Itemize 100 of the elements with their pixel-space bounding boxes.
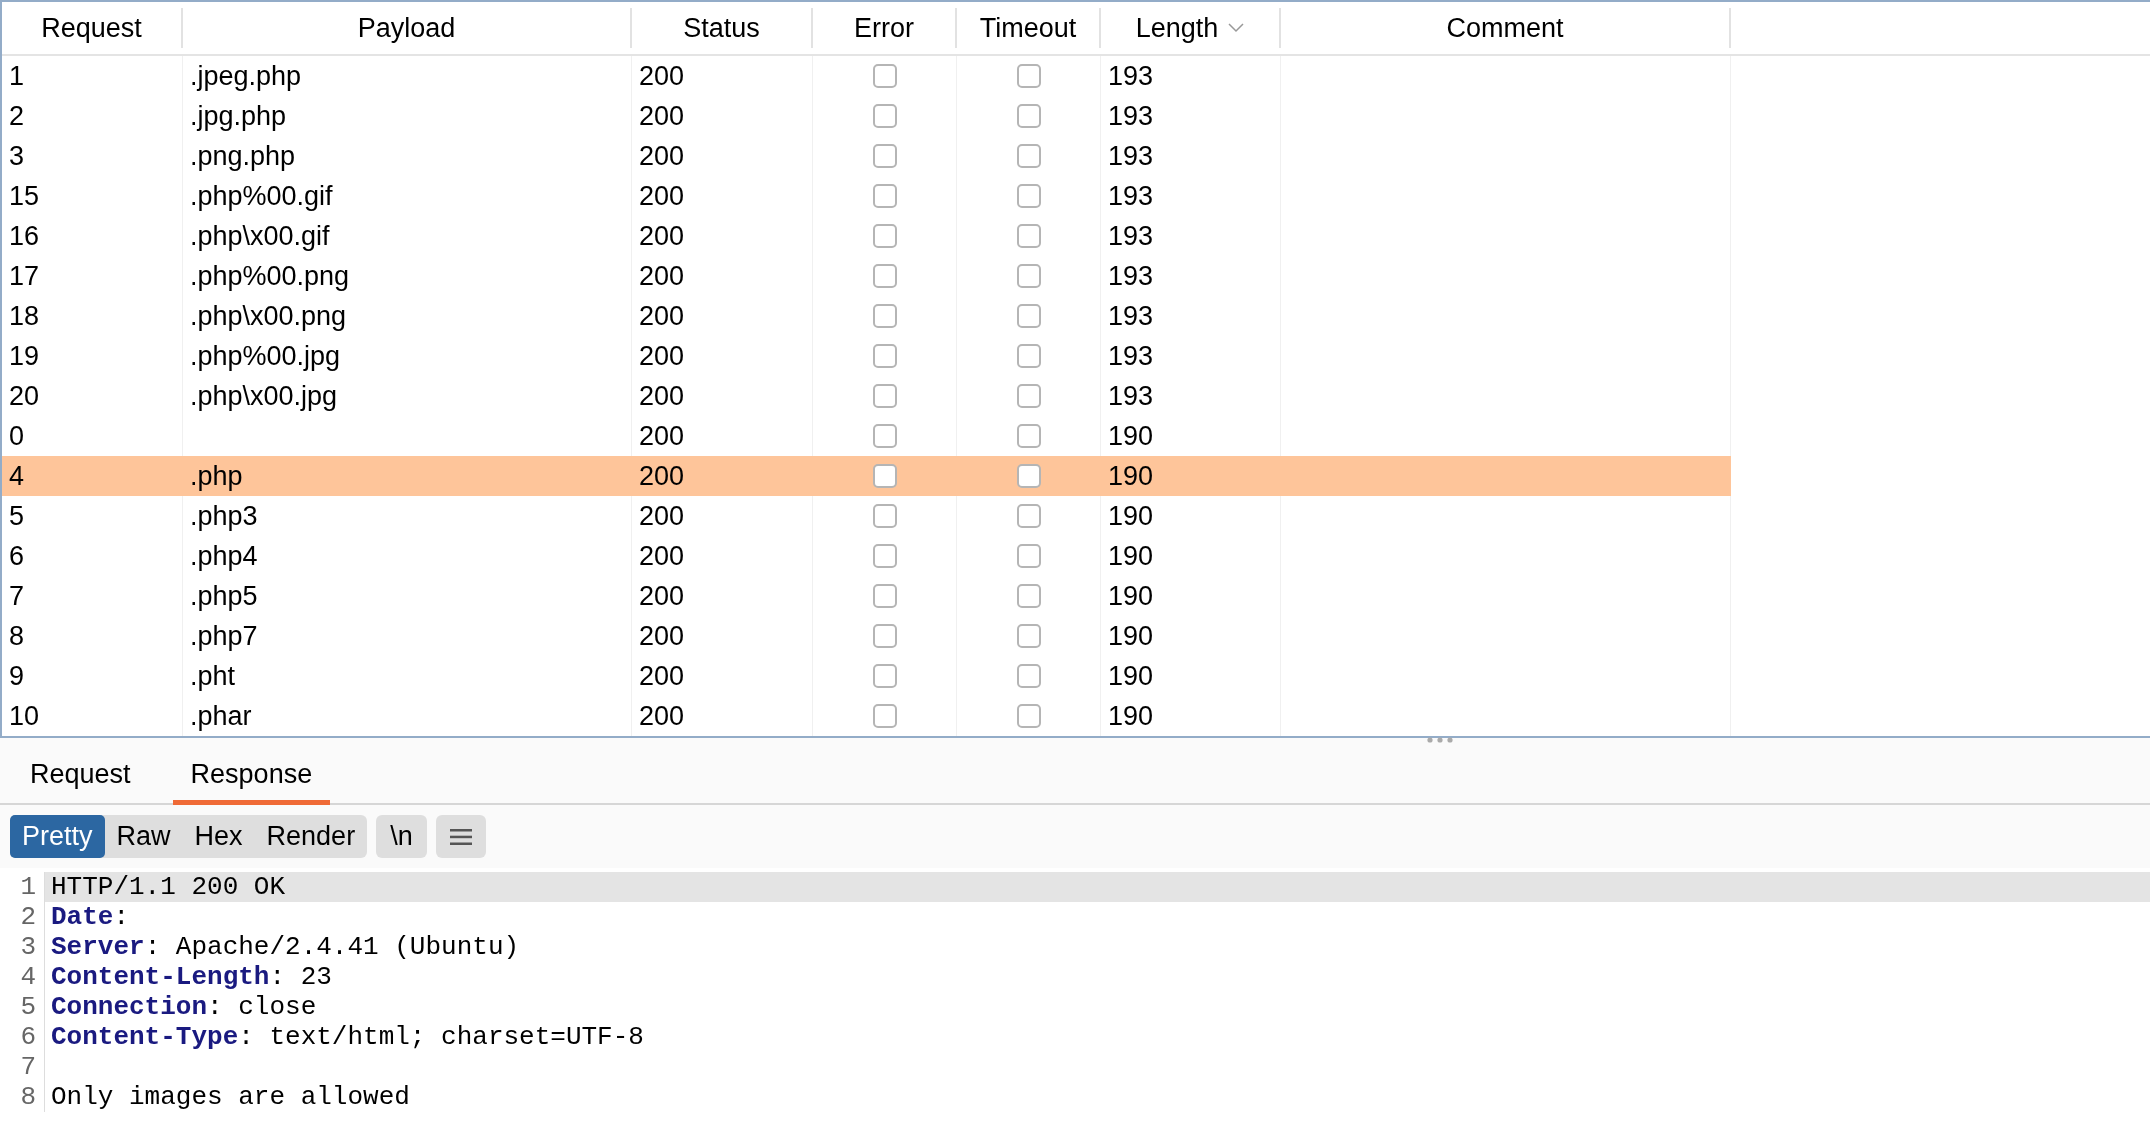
menu-button[interactable] (435, 815, 486, 858)
checkbox[interactable] (1016, 704, 1041, 728)
table-cell: .php7 (190, 620, 258, 652)
checkbox[interactable] (1016, 464, 1041, 488)
line-number: 3 (0, 932, 45, 962)
checkbox[interactable] (872, 64, 897, 88)
table-cell: 200 (639, 100, 685, 132)
newline-toggle-button[interactable]: \n (376, 815, 427, 858)
table-cell: 7 (9, 580, 25, 612)
checkbox[interactable] (1016, 184, 1041, 208)
checkbox[interactable] (872, 224, 897, 248)
column-header[interactable]: Length (1101, 8, 1281, 48)
checkbox[interactable] (1016, 64, 1041, 88)
checkbox[interactable] (872, 264, 897, 288)
checkbox[interactable] (1016, 624, 1041, 648)
table-row[interactable]: 19 .php%00.jpg 200 193 (2, 336, 2150, 376)
line-number: 5 (0, 992, 45, 1022)
table-cell: 200 (639, 460, 685, 492)
checkbox[interactable] (1016, 504, 1041, 528)
table-row[interactable]: 1 .jpeg.php 200 193 (2, 56, 2150, 96)
checkbox[interactable] (872, 184, 897, 208)
table-cell: 200 (639, 660, 685, 692)
checkbox[interactable] (1016, 304, 1041, 328)
view-mode-button[interactable]: Raw (104, 815, 183, 858)
checkbox[interactable] (872, 344, 897, 368)
table-row[interactable]: 16 .php\x00.gif 200 193 (2, 216, 2150, 256)
line-number: 7 (0, 1052, 45, 1082)
table-cell: 200 (639, 500, 685, 532)
table-cell: 6 (9, 540, 25, 572)
table-row[interactable]: 7 .php5 200 190 (2, 576, 2150, 616)
table-cell: 0 (9, 420, 25, 452)
table-row[interactable]: 10 .phar 200 190 (2, 696, 2150, 736)
table-cell: 200 (639, 60, 685, 92)
checkbox[interactable] (872, 624, 897, 648)
checkbox[interactable] (1016, 384, 1041, 408)
checkbox[interactable] (1016, 544, 1041, 568)
checkbox[interactable] (1016, 664, 1041, 688)
table-cell: 9 (9, 660, 25, 692)
table-row[interactable]: 20 .php\x00.jpg 200 193 (2, 376, 2150, 416)
column-header[interactable]: Comment (1281, 8, 1731, 48)
table-row[interactable]: 3 .png.php 200 193 (2, 136, 2150, 176)
checkbox[interactable] (872, 304, 897, 328)
table-row[interactable]: 5 .php3 200 190 (2, 496, 2150, 536)
column-header[interactable]: Timeout (957, 8, 1101, 48)
table-row[interactable]: 17 .php%00.png 200 193 (2, 256, 2150, 296)
table-cell: 190 (1108, 580, 1154, 612)
table-cell: .php\x00.jpg (190, 380, 338, 412)
table-cell: .png.php (190, 140, 296, 172)
table-cell: 200 (639, 300, 685, 332)
table-cell: 193 (1108, 340, 1154, 372)
code-line: Content-Type: text/html; charset=UTF-8 (51, 1022, 644, 1052)
table-cell: 3 (9, 140, 25, 172)
checkbox[interactable] (872, 104, 897, 128)
line-number: 2 (0, 902, 45, 932)
table-cell: 193 (1108, 140, 1154, 172)
checkbox[interactable] (1016, 344, 1041, 368)
checkbox[interactable] (872, 664, 897, 688)
checkbox[interactable] (1016, 104, 1041, 128)
table-cell: 10 (9, 700, 40, 732)
checkbox[interactable] (1016, 144, 1041, 168)
table-cell: .phar (190, 700, 252, 732)
table-cell: .php%00.png (190, 260, 350, 292)
checkbox[interactable] (872, 384, 897, 408)
column-header[interactable]: Payload (183, 8, 632, 48)
view-mode-button[interactable]: Pretty (10, 815, 105, 858)
tab[interactable]: Request (12, 748, 149, 805)
checkbox[interactable] (872, 544, 897, 568)
table-cell: .jpg.php (190, 100, 287, 132)
checkbox[interactable] (872, 504, 897, 528)
view-mode-button[interactable]: Hex (182, 815, 255, 858)
table-row[interactable]: 6 .php4 200 190 (2, 536, 2150, 576)
table-cell: 193 (1108, 300, 1154, 332)
table-cell: 17 (9, 260, 40, 292)
table-cell: 16 (9, 220, 40, 252)
table-row[interactable]: 4 .php 200 190 (2, 456, 2150, 496)
checkbox[interactable] (872, 424, 897, 448)
checkbox[interactable] (1016, 584, 1041, 608)
view-mode-button[interactable]: Render (254, 815, 368, 858)
drag-handle-icon[interactable] (1427, 737, 1453, 743)
table-cell: 190 (1108, 660, 1154, 692)
table-cell: 200 (639, 380, 685, 412)
checkbox[interactable] (872, 584, 897, 608)
checkbox[interactable] (1016, 224, 1041, 248)
column-header[interactable]: Error (813, 8, 957, 48)
checkbox[interactable] (872, 144, 897, 168)
table-row[interactable]: 9 .pht 200 190 (2, 656, 2150, 696)
line-number: 6 (0, 1022, 45, 1052)
checkbox[interactable] (1016, 424, 1041, 448)
table-row[interactable]: 2 .jpg.php 200 193 (2, 96, 2150, 136)
table-cell: .php5 (190, 580, 258, 612)
checkbox[interactable] (872, 704, 897, 728)
column-header[interactable]: Request (2, 8, 183, 48)
table-cell: .pht (190, 660, 236, 692)
table-row[interactable]: 15 .php%00.gif 200 193 (2, 176, 2150, 216)
column-header[interactable]: Status (632, 8, 813, 48)
table-row[interactable]: 18 .php\x00.png 200 193 (2, 296, 2150, 336)
checkbox[interactable] (872, 464, 897, 488)
table-cell: .php%00.jpg (190, 340, 341, 372)
checkbox[interactable] (1016, 264, 1041, 288)
table-row[interactable]: 8 .php7 200 190 (2, 616, 2150, 656)
